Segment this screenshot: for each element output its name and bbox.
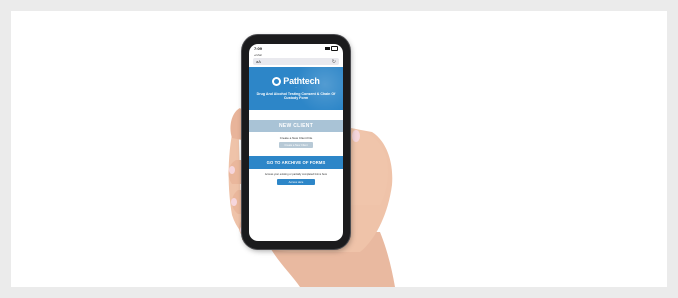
status-icons xyxy=(325,46,338,51)
logo-text: Pathtech xyxy=(283,76,320,86)
archive-prompt: Access your existing or partially comple… xyxy=(264,173,328,176)
reload-icon[interactable]: ↻ xyxy=(332,59,336,65)
new-client-heading: NEW CLIENT xyxy=(249,120,343,132)
text-size-button[interactable]: aA xyxy=(256,59,261,64)
status-time: 7:09 xyxy=(254,46,263,51)
phone-screen: 7:09 ◂ Mail aA ↻ Pathtech ... Drug And A… xyxy=(249,44,343,241)
signal-icon xyxy=(325,47,330,50)
browser-address-bar[interactable]: aA ↻ xyxy=(253,58,339,65)
back-to-app-link[interactable]: ◂ Mail xyxy=(249,53,343,57)
battery-icon xyxy=(331,46,338,51)
create-client-button[interactable]: Create a New Client xyxy=(279,142,313,148)
logo-mark-icon xyxy=(272,76,282,86)
hero-banner: Pathtech ... Drug And Alcohol Testing Co… xyxy=(249,67,343,110)
new-client-prompt: Create a New Client File xyxy=(279,136,313,140)
archive-heading: GO TO ARCHIVE OF FORMS xyxy=(249,156,343,169)
page-title: Drug And Alcohol Testing Consent & Chain… xyxy=(256,92,336,101)
status-bar: 7:09 xyxy=(249,44,343,53)
logo-tagline: ... xyxy=(295,87,297,89)
access-here-button[interactable]: Access Here xyxy=(277,179,315,185)
brand-logo: Pathtech xyxy=(249,76,343,86)
